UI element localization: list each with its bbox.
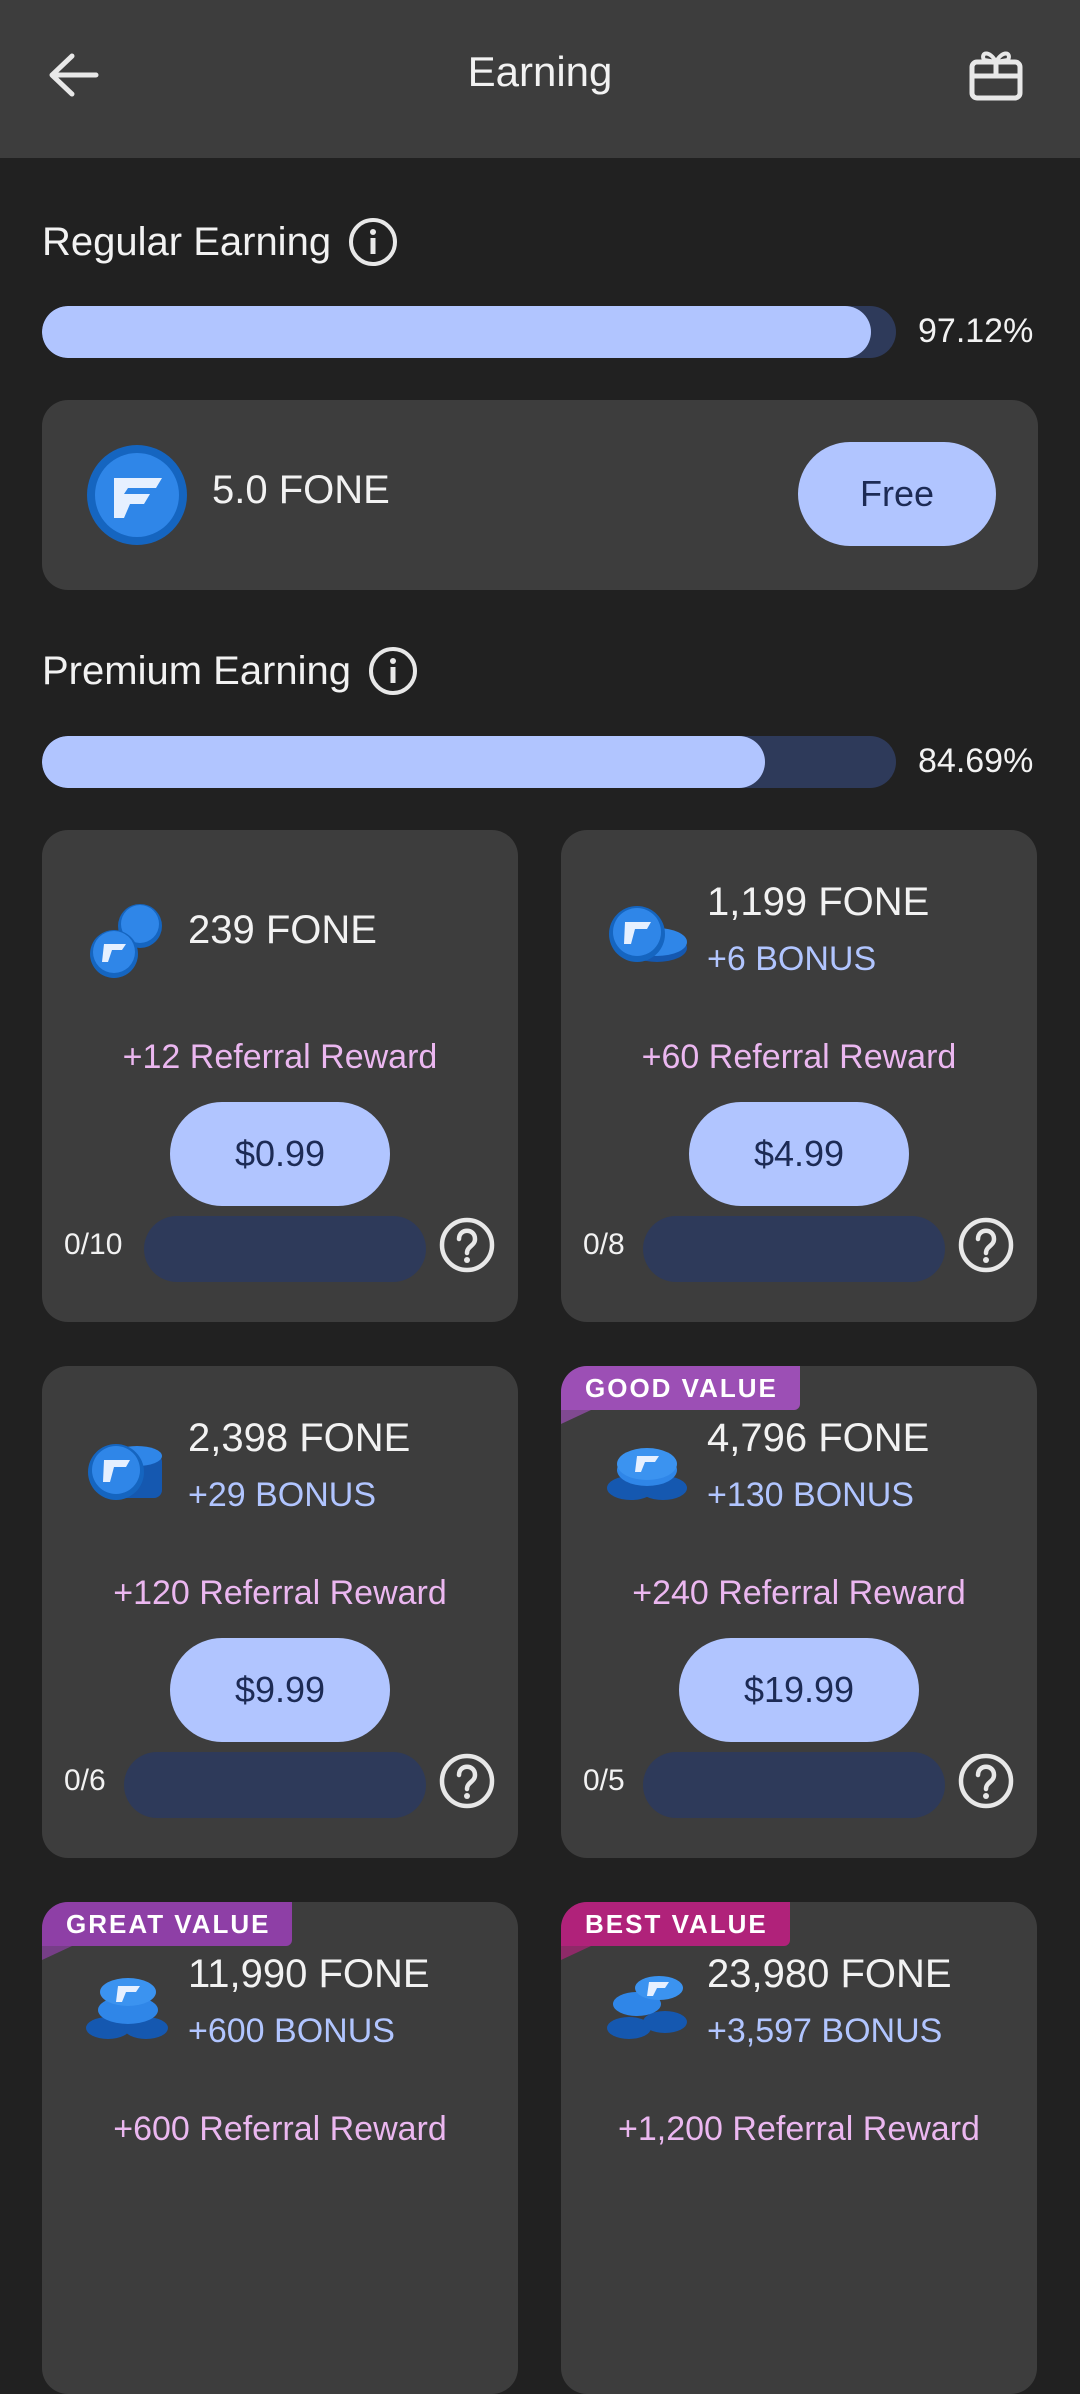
purchase-count: 0/5	[583, 1764, 625, 1797]
info-icon[interactable]	[347, 216, 399, 268]
bonus-amount: +29 BONUS	[188, 1476, 377, 1514]
fone-amount: 2,398 FONE	[188, 1416, 411, 1460]
purchase-limit-bar	[643, 1752, 945, 1818]
regular-earning-heading: Regular Earning	[42, 216, 399, 268]
good-value-badge: GOOD VALUE	[561, 1366, 800, 1410]
regular-earning-title: Regular Earning	[42, 219, 332, 264]
package-card-4796: GOOD VALUE 4,796 FONE +130 BONUS +240 Re…	[561, 1366, 1037, 1858]
premium-progress-label: 84.69%	[918, 742, 1034, 780]
purchase-limit-bar	[643, 1216, 945, 1282]
fone-amount: 239 FONE	[188, 908, 377, 952]
package-card-1199: 1,199 FONE +6 BONUS +60 Referral Reward …	[561, 830, 1037, 1322]
coin-stack-icon	[88, 1444, 162, 1500]
referral-reward: +60 Referral Reward	[641, 1038, 957, 1076]
regular-earning-progress	[42, 306, 896, 358]
free-claim-button[interactable]: Free	[798, 442, 996, 546]
fone-amount: 23,980 FONE	[707, 1952, 952, 1996]
package-card-11990: GREAT VALUE 11,990 FONE +600 BONUS +600 …	[42, 1902, 518, 2394]
help-icon[interactable]	[438, 1216, 496, 1274]
purchase-limit-bar	[124, 1752, 426, 1818]
regular-earning-card: 5.0 FONE Free	[42, 400, 1038, 590]
regular-progress-fill	[42, 306, 872, 358]
referral-reward: +1,200 Referral Reward	[618, 2110, 980, 2148]
referral-reward: +240 Referral Reward	[632, 1574, 966, 1612]
coin-stack-icon	[609, 906, 687, 962]
coin-stack-icon	[90, 904, 162, 978]
premium-earning-heading: Premium Earning	[42, 645, 419, 697]
package-card-2398: 2,398 FONE +29 BONUS +120 Referral Rewar…	[42, 1366, 518, 1858]
package-card-239: 239 FONE +12 Referral Reward $0.99 0/10	[42, 830, 518, 1322]
help-icon[interactable]	[957, 1752, 1015, 1810]
package-card-23980: BEST VALUE 23,980 FONE +3,597 BONUS +1,2…	[561, 1902, 1037, 2394]
gift-icon[interactable]	[966, 46, 1026, 106]
purchase-count: 0/8	[583, 1228, 625, 1261]
bonus-amount: +3,597 BONUS	[707, 2012, 943, 2050]
page-title: Earning	[467, 48, 613, 95]
best-value-badge: BEST VALUE	[561, 1902, 790, 1946]
premium-earning-title: Premium Earning	[42, 648, 352, 693]
purchase-count: 0/10	[64, 1228, 123, 1261]
coin-stack-icon	[86, 1978, 168, 2039]
buy-button-0-99[interactable]: $0.99	[170, 1102, 390, 1206]
info-icon[interactable]	[367, 645, 419, 697]
bonus-amount: +600 BONUS	[188, 2012, 395, 2050]
regular-progress-label: 97.12%	[918, 312, 1034, 350]
coin-stack-icon	[607, 1448, 687, 1500]
referral-reward: +600 Referral Reward	[113, 2110, 447, 2148]
coin-stack-icon	[607, 1976, 687, 2039]
buy-button-9-99[interactable]: $9.99	[170, 1638, 390, 1742]
buy-button-4-99[interactable]: $4.99	[689, 1102, 909, 1206]
buy-button-19-99[interactable]: $19.99	[679, 1638, 919, 1742]
referral-reward: +12 Referral Reward	[122, 1038, 438, 1076]
great-value-badge: GREAT VALUE	[42, 1902, 293, 1946]
premium-earning-progress	[42, 736, 896, 788]
fone-amount: 11,990 FONE	[188, 1952, 430, 1996]
fone-amount: 1,199 FONE	[707, 880, 930, 924]
bonus-amount: +130 BONUS	[707, 1476, 914, 1514]
purchase-limit-bar	[144, 1216, 426, 1282]
regular-amount: 5.0 FONE	[212, 468, 390, 512]
fone-amount: 4,796 FONE	[707, 1416, 930, 1460]
referral-reward: +120 Referral Reward	[113, 1574, 447, 1612]
help-icon[interactable]	[438, 1752, 496, 1810]
purchase-count: 0/6	[64, 1764, 106, 1797]
bonus-amount: +6 BONUS	[707, 940, 877, 978]
fone-coin-icon	[87, 445, 187, 545]
help-icon[interactable]	[957, 1216, 1015, 1274]
top-app-bar: Earning	[0, 0, 1080, 158]
premium-progress-fill	[42, 736, 766, 788]
